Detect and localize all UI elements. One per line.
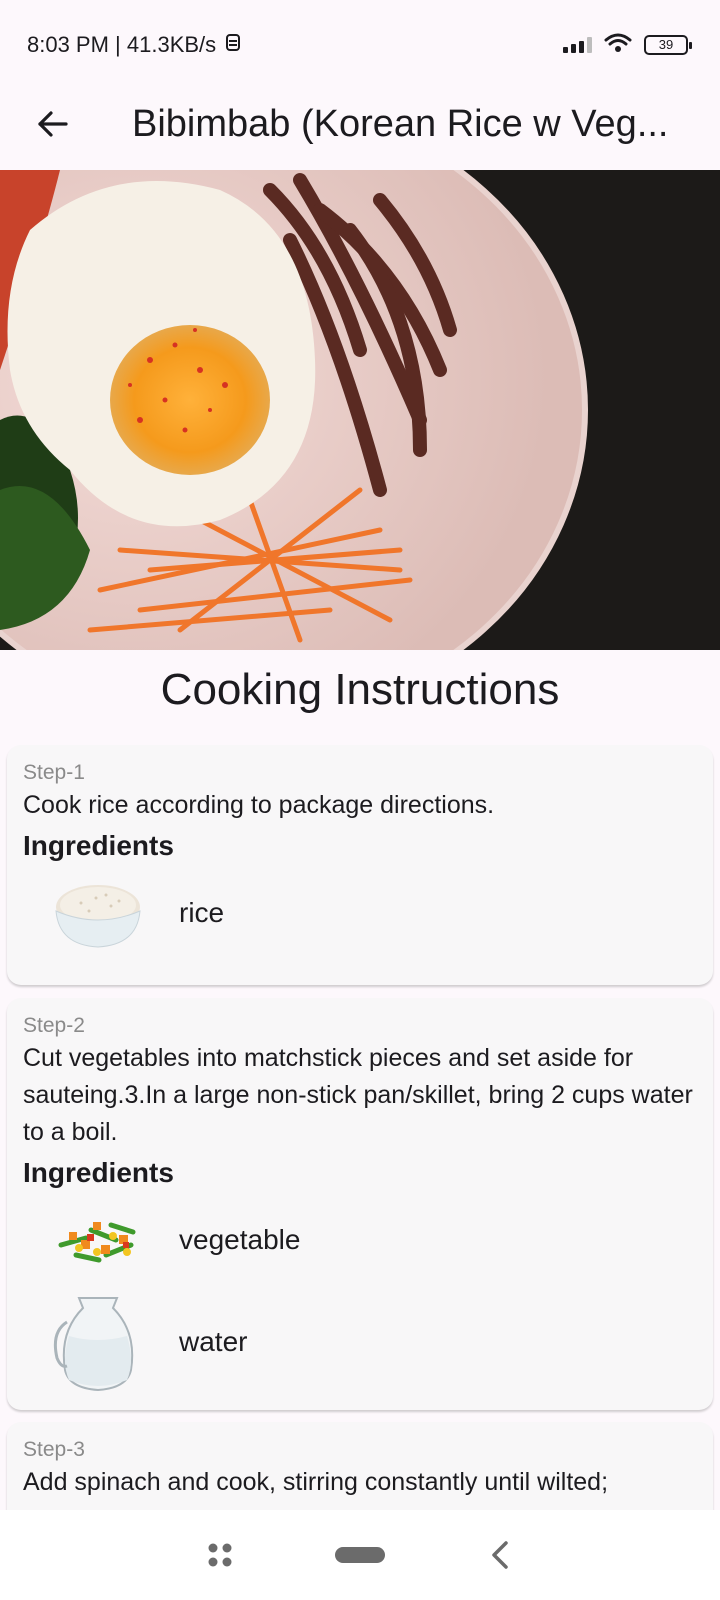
step-instruction: Cook rice according to package direction… xyxy=(23,791,495,819)
mixed-vegetables-image xyxy=(51,1193,145,1287)
step-label: Step-2 xyxy=(23,1014,85,1037)
step-label: Step-1 xyxy=(23,761,85,784)
arrow-left-icon xyxy=(38,111,68,137)
system-nav-bar xyxy=(0,1510,720,1600)
step-instruction: Cut vegetables into matchstick pieces an… xyxy=(23,1044,693,1146)
ingredient-row: vegetable xyxy=(23,1189,697,1291)
water-jug-image xyxy=(51,1295,145,1392)
ingredient-name: water xyxy=(179,1326,248,1357)
app-bar: Bibimbab (Korean Rice w Veg... xyxy=(0,80,720,168)
status-bar: 8:03 PM | 41.3KB/s 39 xyxy=(0,0,720,90)
step-label: Step-3 xyxy=(23,1438,85,1461)
ingredient-row: water xyxy=(23,1291,697,1393)
status-right: 39 xyxy=(563,32,692,59)
section-title: Cooking Instructions xyxy=(160,665,560,714)
step-card: Step-1 Cook rice according to package di… xyxy=(7,745,713,985)
ingredients-heading: Ingredients xyxy=(23,1157,174,1188)
ingredient-name: vegetable xyxy=(179,1224,301,1255)
home-pill-icon xyxy=(335,1547,385,1563)
chevron-left-icon xyxy=(492,1541,508,1569)
home-button[interactable] xyxy=(330,1525,390,1585)
step-instruction: Add spinach and cook, stirring constantl… xyxy=(23,1468,609,1496)
recents-button[interactable] xyxy=(190,1525,250,1585)
ingredients-heading: Ingredients xyxy=(23,830,174,861)
step-card: Step-2 Cut vegetables into matchstick pi… xyxy=(7,998,713,1410)
notification-icon xyxy=(224,32,242,58)
battery-icon: 39 xyxy=(644,35,692,55)
page-title: Bibimbab (Korean Rice w Veg... xyxy=(132,102,669,145)
grid-dots-icon xyxy=(208,1543,232,1567)
ingredient-row: rice xyxy=(23,862,697,964)
back-button[interactable] xyxy=(22,94,82,154)
rice-bowl-image xyxy=(51,866,145,960)
system-back-button[interactable] xyxy=(470,1525,530,1585)
status-time-speed: 8:03 PM | 41.3KB/s xyxy=(27,32,217,57)
wifi-icon xyxy=(604,32,632,59)
signal-icon xyxy=(563,37,592,53)
ingredient-name: rice xyxy=(179,897,225,928)
status-left: 8:03 PM | 41.3KB/s xyxy=(27,32,242,58)
recipe-hero-image xyxy=(0,170,720,650)
battery-level: 39 xyxy=(658,37,674,52)
